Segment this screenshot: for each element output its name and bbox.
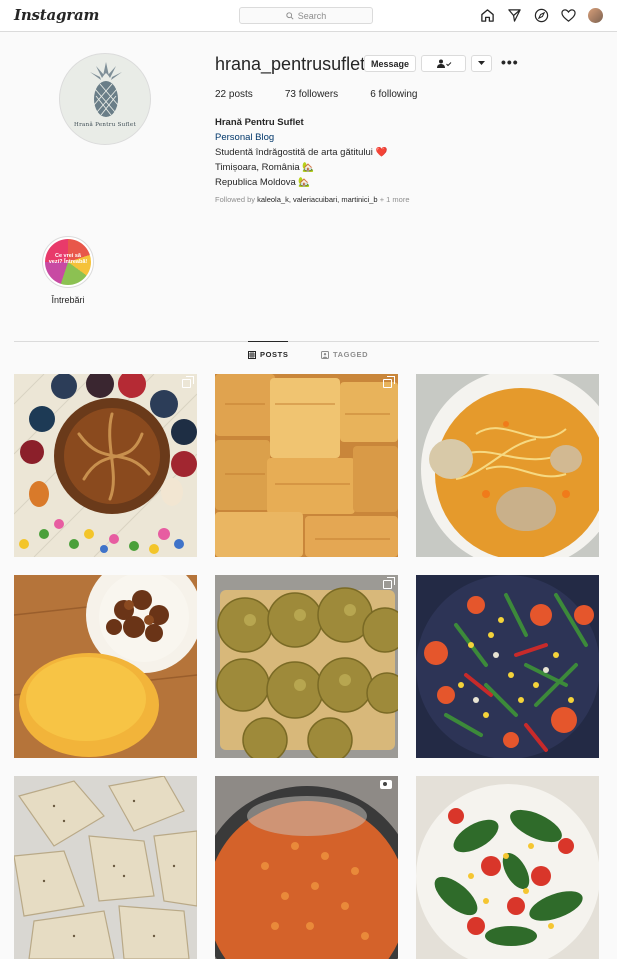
post-thumbnail[interactable] xyxy=(14,776,197,959)
search-icon xyxy=(286,11,294,20)
post-image xyxy=(14,374,197,557)
post-thumbnail[interactable] xyxy=(416,374,599,557)
explore-icon[interactable] xyxy=(534,8,549,23)
message-button[interactable]: Message xyxy=(364,55,416,72)
video-icon xyxy=(380,780,392,789)
profile-username: hrana_pentrusuflet xyxy=(215,54,366,74)
post-image xyxy=(14,776,197,959)
chevron-down-icon xyxy=(478,61,485,65)
profile-stats: 22 posts 73 followers 6 following xyxy=(215,89,449,100)
multiple-photos-icon xyxy=(383,376,395,388)
user-check-icon xyxy=(436,59,451,68)
highlight-cover-text: Ce vrei să vezi? Întreabă! xyxy=(48,253,88,265)
following-button[interactable] xyxy=(421,55,466,72)
pineapple-logo-icon xyxy=(90,62,122,117)
post-thumbnail[interactable] xyxy=(14,374,197,557)
followed-by-more: + 1 more xyxy=(379,195,410,204)
profile-picture[interactable]: Hrană Pentru Suflet xyxy=(59,53,151,145)
post-thumbnail[interactable] xyxy=(416,776,599,959)
tab-tagged[interactable]: TAGGED xyxy=(321,350,368,359)
multiple-photos-icon xyxy=(383,577,395,589)
posts-count: 22 posts xyxy=(215,89,253,100)
post-thumbnail[interactable] xyxy=(215,575,398,758)
post-image xyxy=(416,776,599,959)
story-highlight[interactable]: Ce vrei să vezi? Întreabă! Întrebări xyxy=(40,236,96,305)
tab-posts[interactable]: POSTS xyxy=(248,341,289,359)
activity-heart-icon[interactable] xyxy=(561,8,576,23)
highlight-label: Întrebări xyxy=(51,295,85,305)
followed-by[interactable]: Followed by kaleola_k, valeriacuibari, m… xyxy=(215,192,410,207)
instagram-logo[interactable]: Instagram xyxy=(14,6,99,24)
search-input[interactable]: Search xyxy=(239,7,373,24)
top-navigation-bar: Instagram Search xyxy=(0,0,617,32)
bio-line-2: Timișoara, România 🏡 xyxy=(215,162,315,173)
suggested-dropdown-button[interactable] xyxy=(471,55,492,72)
post-image xyxy=(215,575,398,758)
posts-value: 22 xyxy=(215,89,227,100)
post-image xyxy=(14,575,197,758)
more-options-icon[interactable]: ••• xyxy=(501,55,519,69)
search-placeholder: Search xyxy=(297,10,327,21)
following-count[interactable]: 6 following xyxy=(370,89,417,100)
direct-icon[interactable] xyxy=(507,8,522,23)
bio-line-1: Studentă îndrăgostită de arta gătitului … xyxy=(215,147,388,158)
followers-label: followers xyxy=(298,89,339,100)
followed-by-names: kaleola_k, valeriacuibari, martinici_b xyxy=(257,195,378,204)
multiple-photos-icon xyxy=(182,376,194,388)
post-thumbnail[interactable] xyxy=(14,575,197,758)
post-thumbnail[interactable] xyxy=(215,374,398,557)
followers-count[interactable]: 73 followers xyxy=(285,89,338,100)
following-label: following xyxy=(378,89,418,100)
bio-full-name: Hrană Pentru Suflet xyxy=(215,117,304,128)
tag-person-icon xyxy=(321,350,329,359)
post-image xyxy=(215,374,398,557)
followed-by-prefix: Followed by xyxy=(215,195,256,204)
tab-posts-label: POSTS xyxy=(260,350,289,359)
post-image xyxy=(416,374,599,557)
highlight-ring: Ce vrei să vezi? Întreabă! xyxy=(42,236,94,288)
home-icon[interactable] xyxy=(480,8,495,23)
bio-line-3: Republica Moldova 🏡 xyxy=(215,177,311,188)
following-value: 6 xyxy=(370,89,376,100)
bio-category: Personal Blog xyxy=(215,132,275,143)
post-thumbnail[interactable] xyxy=(215,776,398,959)
post-image xyxy=(416,575,599,758)
post-image xyxy=(215,776,398,959)
section-divider xyxy=(14,341,599,342)
nav-icons xyxy=(480,8,603,23)
followers-value: 73 xyxy=(284,89,296,100)
profile-tabs: POSTS TAGGED xyxy=(0,341,617,364)
highlight-cover: Ce vrei să vezi? Întreabă! xyxy=(45,239,91,285)
profile-bio: Hrană Pentru Suflet Personal Blog Studen… xyxy=(215,115,410,207)
profile-avatar[interactable] xyxy=(588,8,603,23)
grid-icon xyxy=(248,350,256,359)
post-thumbnail[interactable] xyxy=(416,575,599,758)
posts-label: posts xyxy=(228,89,253,100)
tab-tagged-label: TAGGED xyxy=(333,350,369,359)
profile-picture-text: Hrană Pentru Suflet xyxy=(74,122,136,128)
